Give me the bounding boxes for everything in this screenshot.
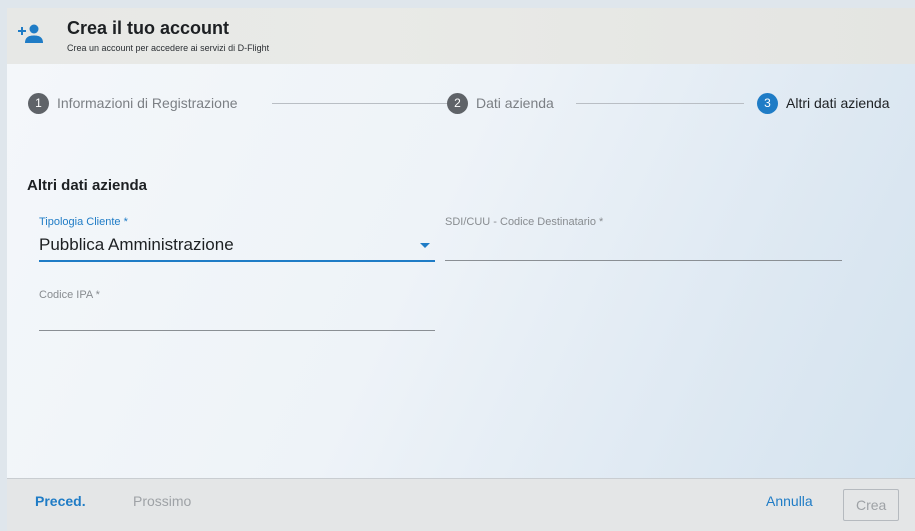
dialog-title: Crea il tuo account <box>67 18 230 38</box>
step-number-1: 1 <box>28 92 49 114</box>
dialog-footer: Preced. Prossimo Annulla Crea <box>7 478 915 531</box>
step-number-2: 2 <box>447 92 468 114</box>
create-button[interactable]: Crea <box>843 489 900 521</box>
step-label-3: Altri dati azienda <box>786 95 890 111</box>
section-title: Altri dati azienda <box>27 177 148 194</box>
caret-down-icon[interactable] <box>420 243 430 248</box>
dialog: Crea il tuo account Crea un account per … <box>7 8 915 531</box>
step-connector <box>576 103 744 104</box>
dialog-subtitle: Crea un account per accedere ai servizi … <box>67 43 270 53</box>
cancel-button[interactable]: Annulla <box>766 493 813 509</box>
step-number-3: 3 <box>757 92 778 114</box>
step-label-1: Informazioni di Registrazione <box>57 95 238 111</box>
step-informazioni[interactable]: 1 Informazioni di Registrazione <box>28 92 238 114</box>
step-dati-azienda[interactable]: 2 Dati azienda <box>447 92 554 114</box>
dialog-content: 1 Informazioni di Registrazione 2 Dati a… <box>7 64 915 478</box>
step-altri-dati[interactable]: 3 Altri dati azienda <box>757 92 890 114</box>
sdi-cuu-label: SDI/CUU - Codice Destinatario * <box>445 216 604 228</box>
next-button[interactable]: Prossimo <box>133 493 191 509</box>
codice-ipa-field[interactable]: Codice IPA * <box>39 289 435 335</box>
tipologia-cliente-underline <box>39 260 435 262</box>
sdi-cuu-underline <box>445 260 842 261</box>
tipologia-cliente-label: Tipologia Cliente * <box>39 216 128 228</box>
tipologia-cliente-select[interactable]: Tipologia Cliente * Pubblica Amministraz… <box>39 216 435 262</box>
add-user-icon <box>18 24 43 43</box>
sdi-cuu-field[interactable]: SDI/CUU - Codice Destinatario * <box>445 216 842 262</box>
prev-button[interactable]: Preced. <box>35 493 86 509</box>
step-connector <box>272 103 449 104</box>
codice-ipa-label: Codice IPA * <box>39 289 100 301</box>
tipologia-cliente-value: Pubblica Amministrazione <box>39 235 234 254</box>
dialog-header: Crea il tuo account Crea un account per … <box>7 8 915 64</box>
codice-ipa-underline <box>39 330 435 331</box>
step-label-2: Dati azienda <box>476 95 554 111</box>
